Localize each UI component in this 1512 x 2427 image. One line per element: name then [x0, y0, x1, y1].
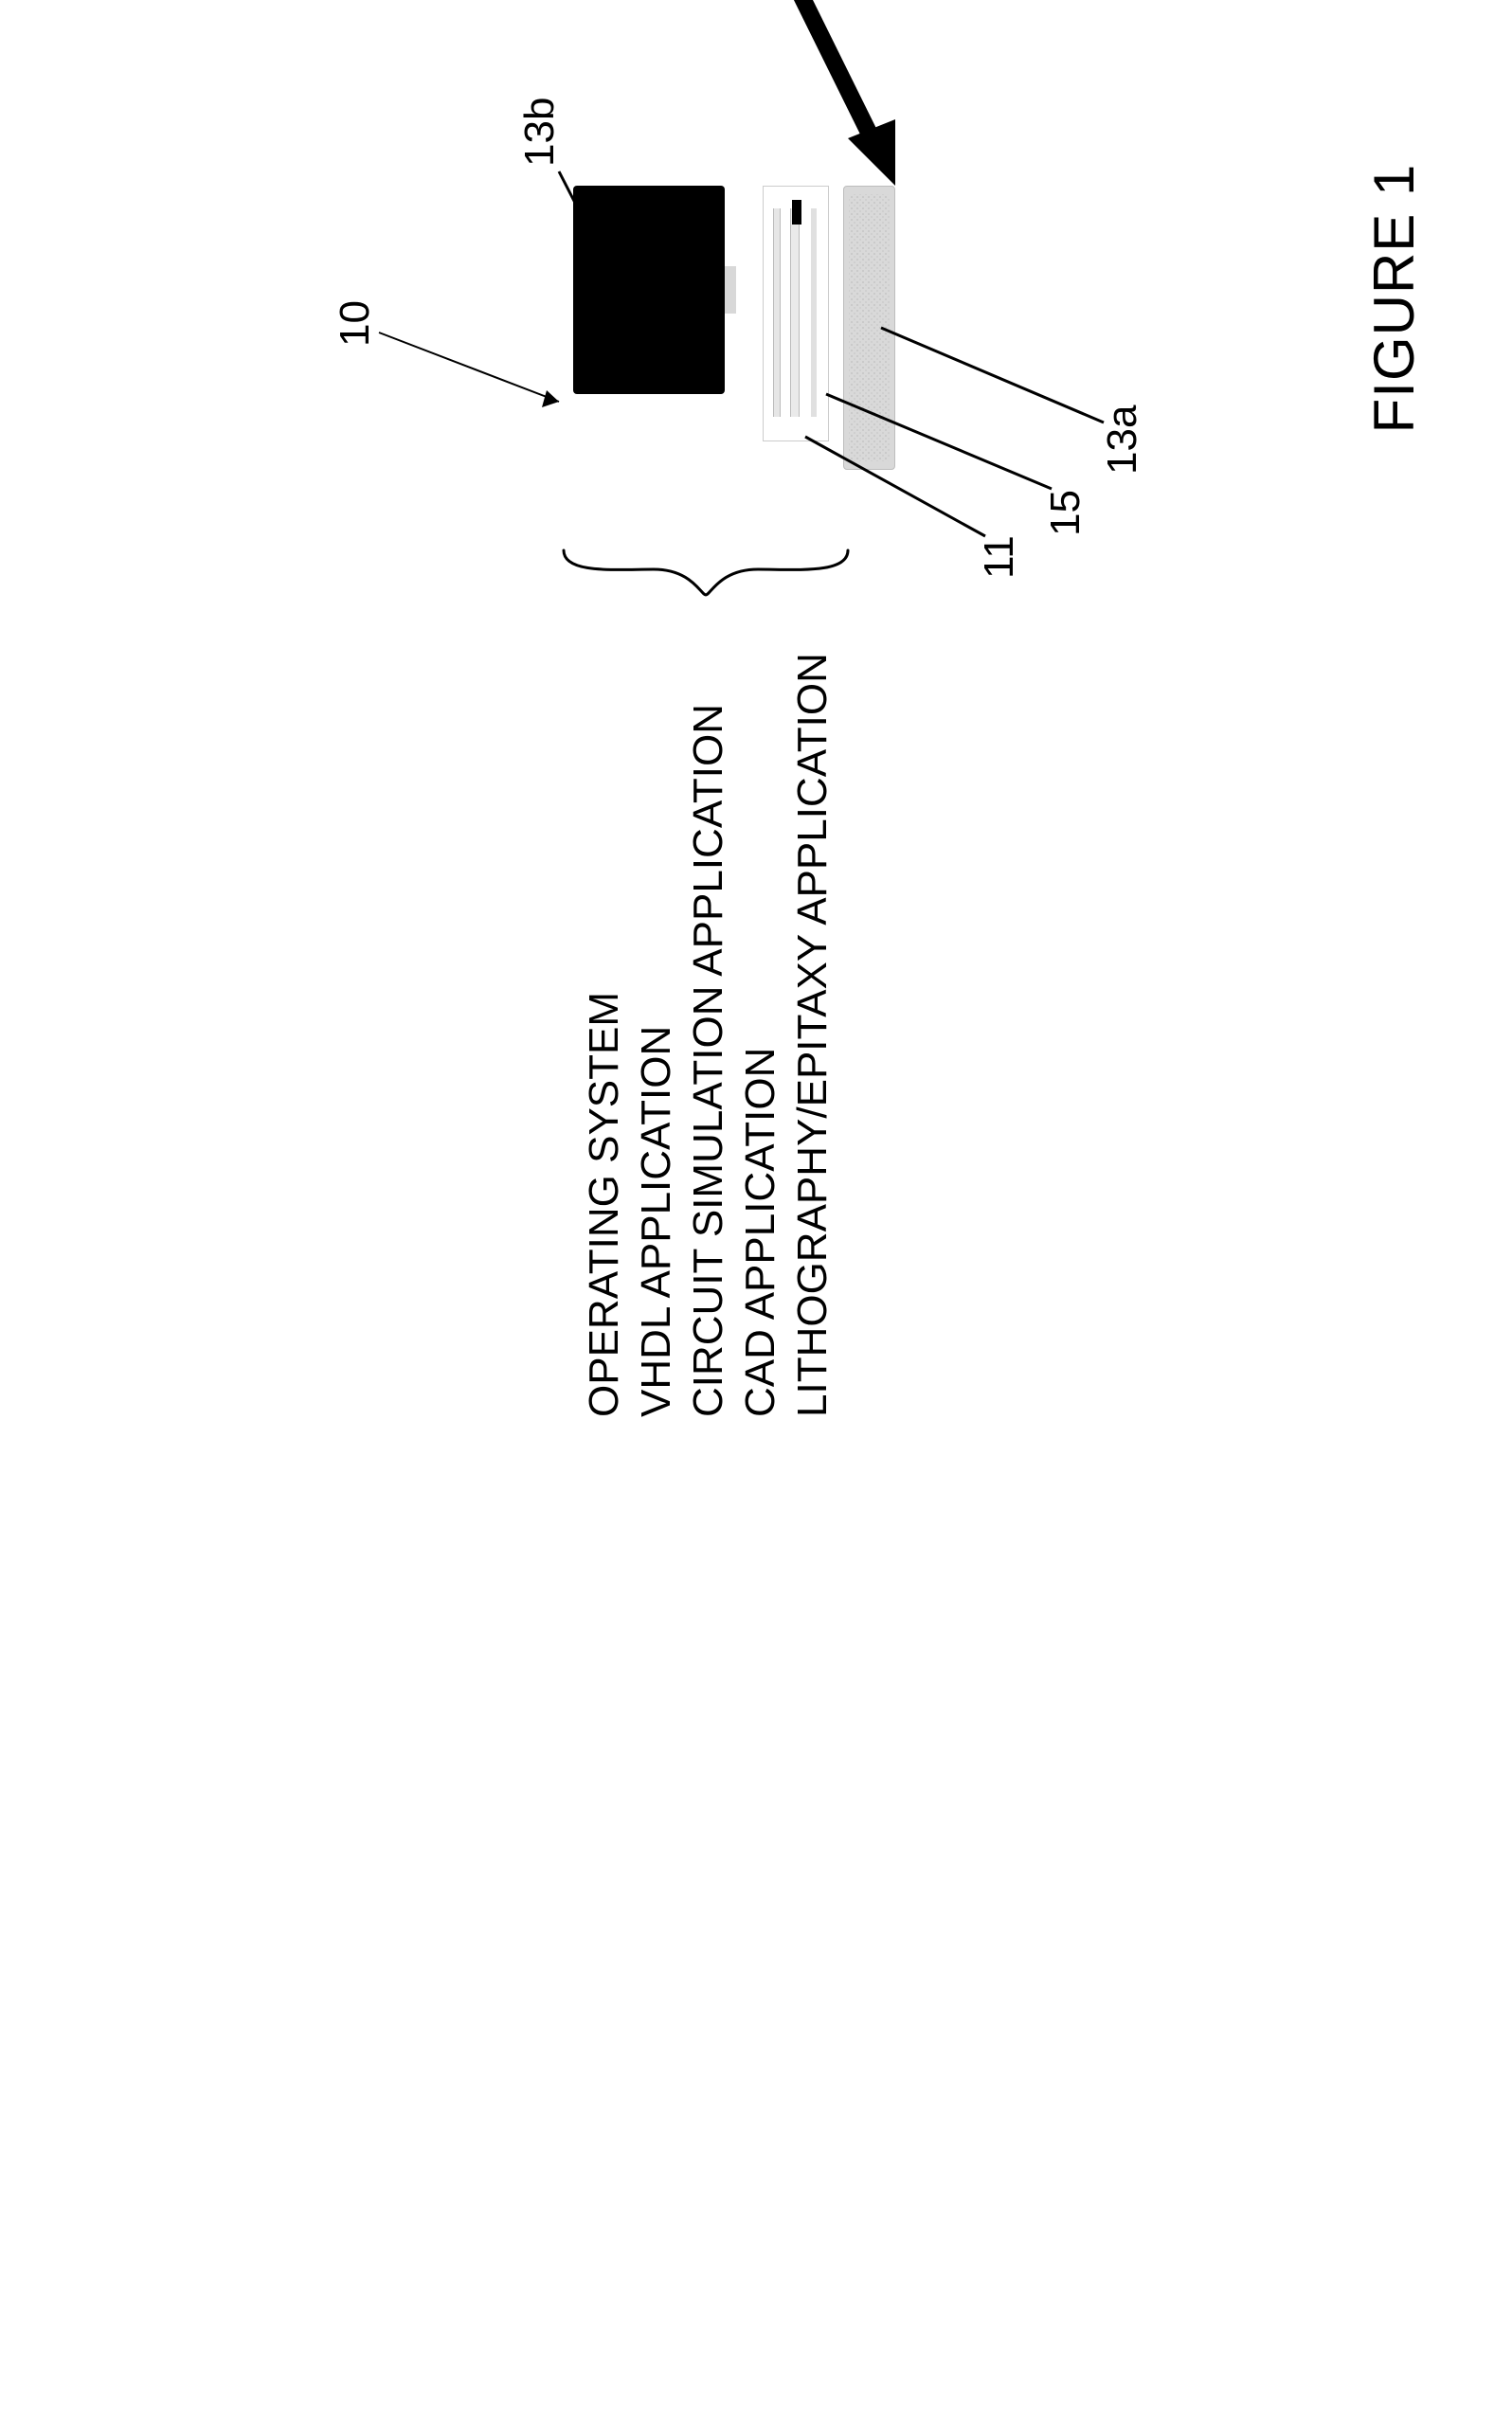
keyboard-texture	[849, 194, 890, 461]
drive-slot-icon	[811, 208, 817, 417]
curly-brace-icon	[559, 527, 853, 602]
workstation-icon	[573, 186, 905, 479]
list-item: CAD APPLICATION	[734, 653, 786, 1417]
figure-canvas: OPERATING SYSTEM VHDL APPLICATION CIRCUI…	[0, 0, 1512, 1512]
system-unit-icon	[763, 186, 829, 441]
list-item: CIRCUIT SIMULATION APPLICATION	[682, 653, 734, 1417]
software-stack-list: OPERATING SYSTEM VHDL APPLICATION CIRCUI…	[578, 653, 838, 1417]
reference-label-11: 11	[976, 535, 1023, 579]
reference-label-15: 15	[1042, 490, 1089, 536]
figure-caption: FIGURE 1	[1361, 164, 1427, 434]
list-item: VHDL APPLICATION	[630, 653, 682, 1417]
power-button-icon	[792, 200, 801, 225]
keyboard-icon	[843, 186, 895, 470]
reference-label-10: 10	[332, 300, 379, 347]
reference-label-13b: 13b	[516, 98, 564, 167]
drive-slot-icon	[790, 208, 800, 417]
monitor-stand-icon	[725, 266, 736, 314]
reference-label-13a: 13a	[1099, 405, 1146, 475]
list-item: LITHOGRAPHY/EPITAXY APPLICATION	[786, 653, 838, 1417]
monitor-icon	[573, 186, 725, 394]
list-item: OPERATING SYSTEM	[578, 653, 630, 1417]
drive-slot-icon	[773, 208, 781, 417]
